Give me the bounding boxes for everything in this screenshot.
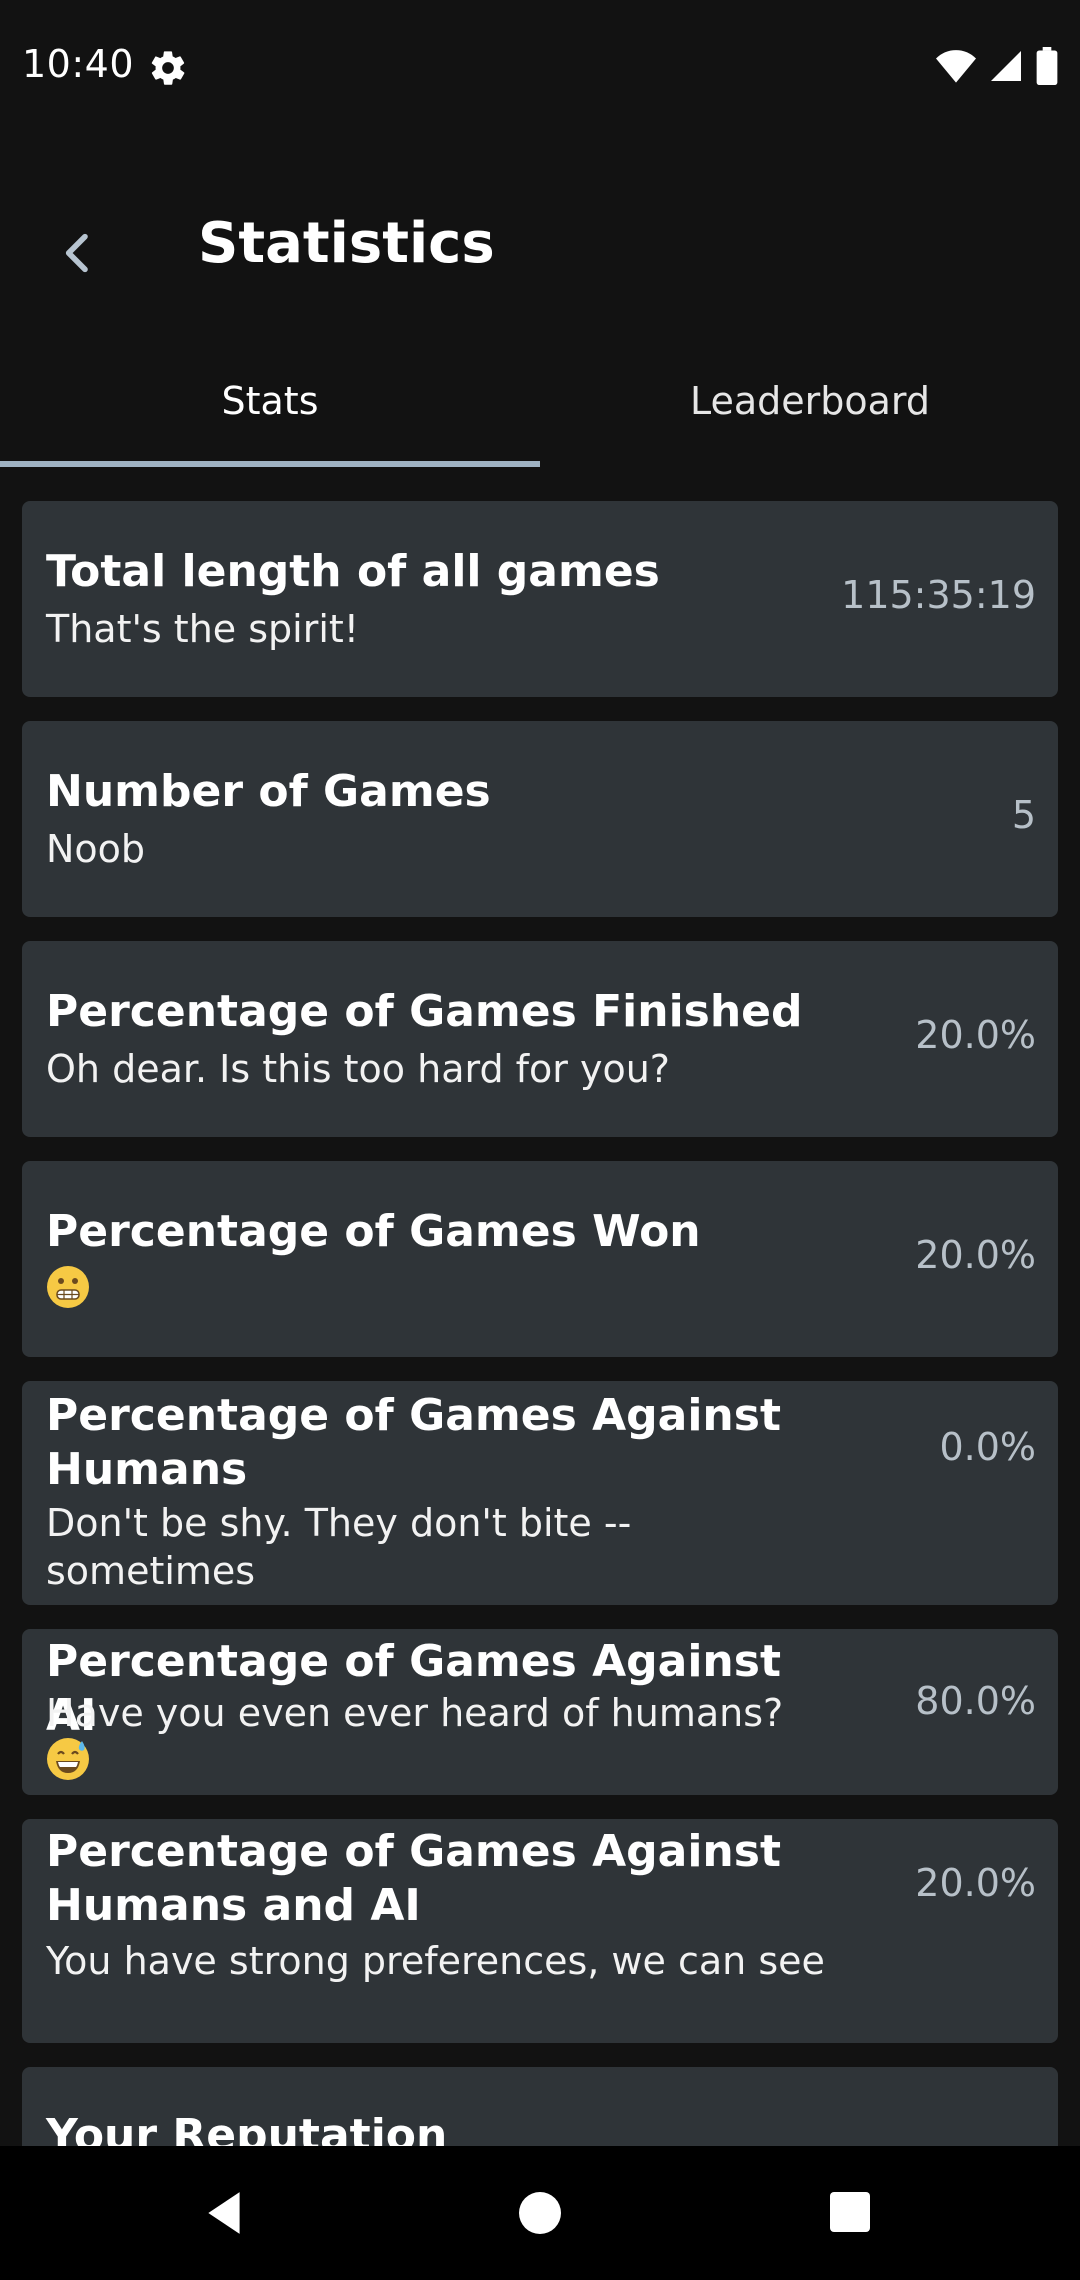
back-arrow-icon[interactable] (50, 225, 106, 281)
stat-value: 0.0% (939, 1425, 1036, 1469)
nav-recents-icon[interactable] (830, 2192, 870, 2232)
status-bar: 10:40 (0, 0, 1080, 135)
stat-title: Percentage of Games Against Humans and A… (46, 1826, 781, 1931)
stat-subtitle: Noob (46, 827, 146, 871)
stat-value: 5 (1011, 793, 1036, 837)
stat-subtitle: You have strong preferences, we can see (46, 1939, 825, 1983)
stat-subtitle: Oh dear. Is this too hard for you? (46, 1047, 670, 1091)
stat-card-total-length: Total length of all games That's the spi… (22, 501, 1058, 697)
battery-icon (1036, 47, 1058, 85)
stat-subtitle: That's the spirit! (46, 607, 360, 651)
grinning-sweat-face-icon (47, 1738, 89, 1780)
stat-title: Number of Games (46, 766, 491, 817)
stat-value: 20.0% (915, 1013, 1036, 1057)
stat-title: Percentage of Games Won (46, 1206, 701, 1257)
stat-card-number-of-games: Number of Games Noob 5 (22, 721, 1058, 917)
settings-gear-icon (151, 51, 185, 85)
stat-title: Percentage of Games Finished (46, 986, 803, 1037)
stat-subtitle: Have you even ever heard of humans? (46, 1689, 866, 1792)
tab-stats[interactable]: Stats (0, 335, 540, 467)
stat-subtitle: Don't be shy. They don't bite -- sometim… (46, 1501, 632, 1593)
stat-value: 80.0% (915, 1679, 1036, 1723)
nav-home-icon[interactable] (519, 2192, 561, 2234)
stat-card-games-won: Percentage of Games Won 20.0% (22, 1161, 1058, 1357)
page-title: Statistics (198, 211, 495, 276)
stat-card-games-against-humans-and-ai: Percentage of Games Against Humans and A… (22, 1819, 1058, 2043)
stat-subtitle-text: Have you even ever heard of humans? (46, 1691, 784, 1735)
grimacing-face-icon (47, 1266, 89, 1308)
nav-back-icon[interactable] (200, 2188, 250, 2238)
stat-subtitle (46, 1265, 866, 1320)
stat-value: 20.0% (915, 1861, 1036, 1905)
stat-card-games-finished: Percentage of Games Finished Oh dear. Is… (22, 941, 1058, 1137)
stat-card-games-against-humans: Percentage of Games Against Humans Don't… (22, 1381, 1058, 1605)
tab-leaderboard[interactable]: Leaderboard (540, 335, 1080, 467)
status-time: 10:40 (22, 42, 135, 86)
stat-title: Total length of all games (46, 546, 660, 597)
stat-value: 115:35:19 (841, 573, 1036, 617)
stat-title: Percentage of Games Against Humans (46, 1390, 781, 1495)
cell-signal-icon (991, 51, 1021, 81)
tab-bar: Stats Leaderboard (0, 335, 1080, 467)
stat-card-games-against-ai: Percentage of Games Against AI Have you … (22, 1629, 1058, 1795)
stat-value: 20.0% (915, 1233, 1036, 1277)
app-bar: Statistics (0, 135, 1080, 355)
tab-indicator (0, 461, 540, 467)
wifi-icon (936, 50, 976, 83)
status-icons (936, 46, 1058, 86)
system-nav-bar (0, 2146, 1080, 2280)
